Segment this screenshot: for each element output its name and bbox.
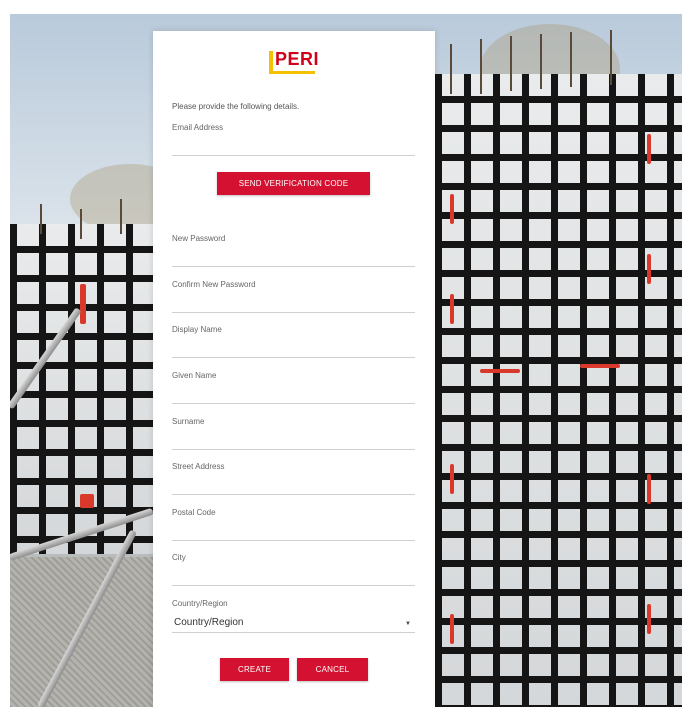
background-clamp: [80, 284, 86, 324]
surname-field[interactable]: [172, 449, 415, 450]
new-password-field[interactable]: [172, 266, 415, 267]
street-address-label: Street Address: [172, 462, 225, 471]
given-name-label: Given Name: [172, 371, 217, 380]
logo-underline: [269, 71, 315, 74]
background-rebar: [480, 39, 482, 94]
confirm-password-label: Confirm New Password: [172, 280, 256, 289]
background-rebar: [510, 36, 512, 91]
create-button[interactable]: CREATE: [220, 658, 289, 681]
background-rebar: [570, 32, 572, 87]
background-clamp: [647, 134, 651, 164]
postal-code-label: Postal Code: [172, 508, 216, 517]
dropdown-arrow-icon: ▼: [405, 621, 411, 627]
background-rebar: [610, 30, 612, 85]
display-name-label: Display Name: [172, 325, 222, 334]
city-field[interactable]: [172, 585, 415, 586]
surname-label: Surname: [172, 417, 205, 426]
background-clamp: [450, 614, 454, 644]
background-clamp: [450, 194, 454, 224]
logo-text: PERI: [275, 49, 320, 69]
form-intro: Please provide the following details.: [172, 102, 300, 111]
logo-bracket: [269, 51, 273, 73]
background-clamp: [450, 464, 454, 494]
peri-logo: PERI: [269, 49, 319, 75]
background-rebar: [80, 209, 82, 239]
background-formwork-right: [435, 74, 682, 707]
country-region-select[interactable]: Country/Region ▼: [172, 616, 415, 633]
display-name-field[interactable]: [172, 357, 415, 358]
background-clamp: [647, 254, 651, 284]
signup-form-panel: PERI Please provide the following detail…: [153, 31, 435, 707]
city-label: City: [172, 553, 186, 562]
background-clamp: [647, 474, 651, 504]
email-label: Email Address: [172, 123, 224, 132]
background-clamp: [647, 604, 651, 634]
email-field[interactable]: [172, 155, 415, 156]
postal-code-field[interactable]: [172, 540, 415, 541]
background-rebar: [40, 204, 42, 234]
background-clamp: [480, 369, 520, 373]
new-password-label: New Password: [172, 234, 226, 243]
send-verification-code-button[interactable]: SEND VERIFICATION CODE: [217, 172, 370, 195]
background-rebar: [450, 44, 452, 94]
given-name-field[interactable]: [172, 403, 415, 404]
background-clamp: [80, 494, 94, 508]
country-region-selected-value: Country/Region: [174, 617, 244, 628]
background-rebar: [120, 199, 122, 234]
street-address-field[interactable]: [172, 494, 415, 495]
cancel-button[interactable]: CANCEL: [297, 658, 368, 681]
country-region-label: Country/Region: [172, 599, 228, 608]
background-clamp: [580, 364, 620, 368]
confirm-password-field[interactable]: [172, 312, 415, 313]
background-clamp: [450, 294, 454, 324]
background-rebar: [540, 34, 542, 89]
